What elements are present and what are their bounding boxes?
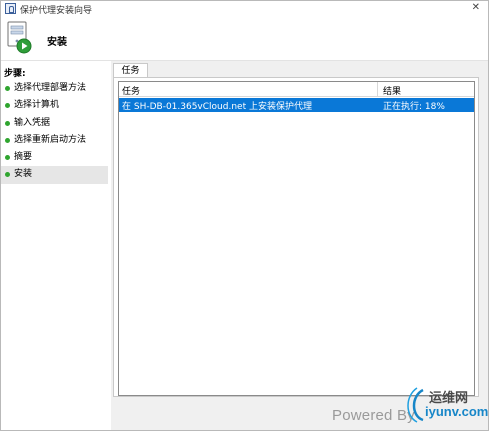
- step-current-dot-icon: [5, 172, 10, 178]
- step-label: 选择重新启动方法: [14, 134, 87, 145]
- step-label: 摘要: [14, 152, 33, 163]
- task-cell: 在 SH-DB-01.365vCloud.net 上安装保护代理: [122, 102, 312, 112]
- steps-heading: 步骤:: [4, 69, 26, 79]
- steps-list: 选择代理部署方法 选择计算机 输入凭据 选择重新启动方法 摘要 安装: [1, 80, 108, 184]
- step-label: 安装: [14, 169, 33, 180]
- title-bar[interactable]: 保护代理安装向导 ✕: [1, 1, 488, 17]
- page-title: 安装: [47, 37, 67, 48]
- grid-header: 任务 结果: [119, 82, 474, 97]
- step-label: 输入凭据: [14, 117, 51, 128]
- step-item-restart-method[interactable]: 选择重新启动方法: [1, 132, 108, 149]
- step-complete-dot-icon: [5, 86, 10, 91]
- step-item-deploy-method[interactable]: 选择代理部署方法: [1, 80, 108, 97]
- watermark-brand-en: iyunv.com: [425, 404, 489, 419]
- step-complete-dot-icon: [5, 120, 10, 126]
- step-complete-dot-icon: [5, 155, 10, 161]
- step-item-credentials[interactable]: 输入凭据: [1, 115, 108, 132]
- window-title: 保护代理安装向导: [20, 6, 93, 16]
- step-label: 选择计算机: [14, 100, 60, 111]
- step-label: 选择代理部署方法: [14, 83, 87, 93]
- task-grid[interactable]: 任务 结果 在 SH-DB-01.365vCloud.net 上安装保护代理 正…: [118, 81, 475, 396]
- table-row[interactable]: 在 SH-DB-01.365vCloud.net 上安装保护代理 正在执行: 1…: [119, 98, 474, 112]
- wizard-header: 安装: [1, 17, 488, 60]
- content-pane: 任务 任务 结果 在 SH-DB-01.365vCloud.net 上安装保护代…: [111, 60, 488, 430]
- column-header-result[interactable]: 结果: [383, 84, 401, 97]
- step-item-summary[interactable]: 摘要: [1, 149, 108, 166]
- step-item-install[interactable]: 安装: [1, 166, 108, 184]
- step-item-select-computers[interactable]: 选择计算机: [1, 97, 108, 114]
- tab-tasks[interactable]: 任务: [113, 63, 148, 78]
- app-icon: [5, 3, 16, 14]
- close-button[interactable]: ✕: [472, 2, 480, 14]
- column-divider[interactable]: [377, 82, 378, 97]
- step-complete-dot-icon: [5, 103, 10, 109]
- column-header-task[interactable]: 任务: [122, 84, 140, 97]
- steps-pane: 步骤: 选择代理部署方法 选择计算机 输入凭据 选择重新启动方法 摘要 安装: [1, 60, 111, 430]
- install-wizard-icon: [7, 21, 32, 54]
- tab-panel-tasks: 任务 结果 在 SH-DB-01.365vCloud.net 上安装保护代理 正…: [113, 77, 479, 397]
- result-cell: 正在执行: 18%: [383, 102, 445, 112]
- step-complete-dot-icon: [5, 137, 10, 143]
- wizard-window: 保护代理安装向导 ✕ 安装 步骤: 选择代理部署方法 选择计算机 输入凭据 选择…: [0, 0, 489, 431]
